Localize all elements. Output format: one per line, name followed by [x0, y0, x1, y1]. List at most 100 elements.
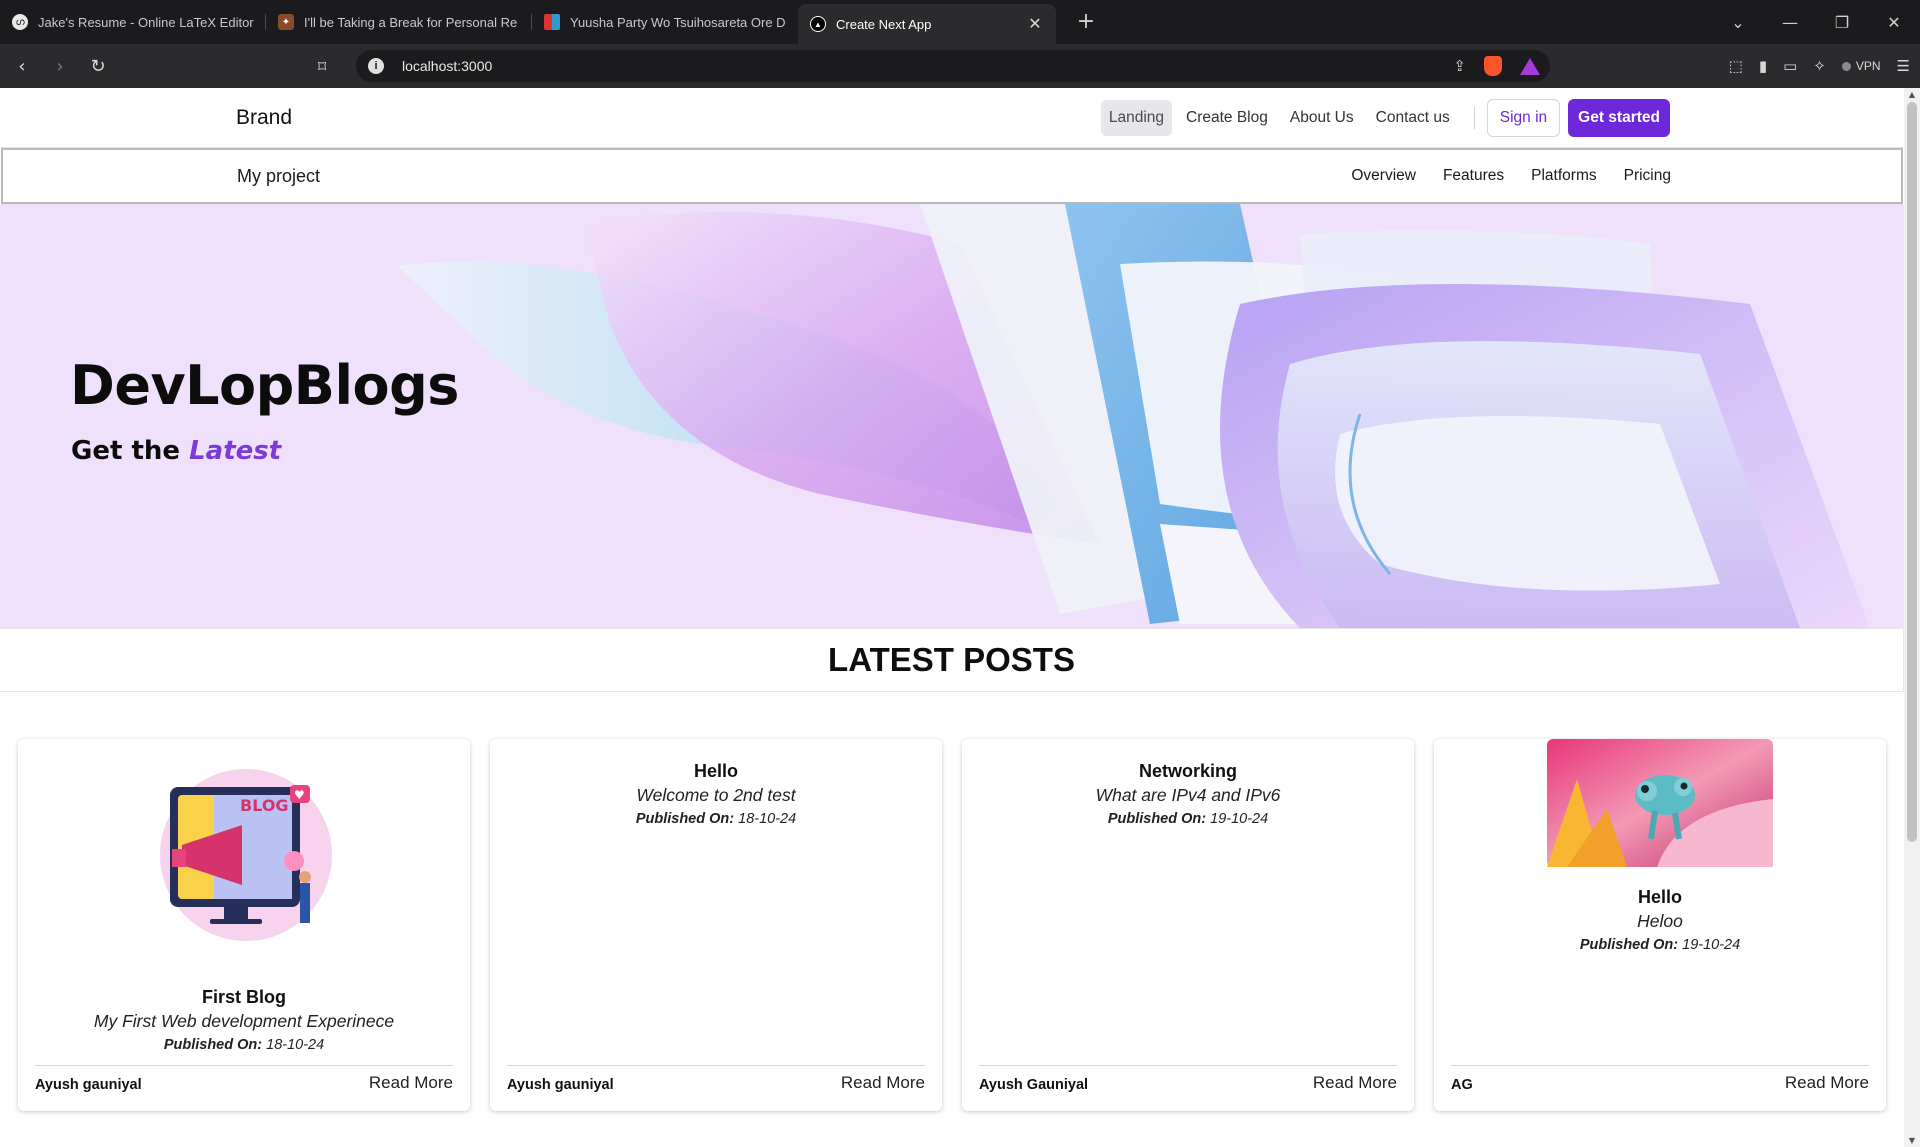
brave-shields-icon[interactable] [1484, 56, 1502, 76]
scrollbar-thumb[interactable] [1907, 102, 1917, 842]
subnav-link-pricing[interactable]: Pricing [1624, 167, 1671, 185]
wallet-icon[interactable]: ▭ [1783, 57, 1797, 75]
forward-icon[interactable]: › [44, 56, 76, 77]
read-more-link[interactable]: Read More [1785, 1073, 1869, 1093]
hero-banner: DevLopBlogs Get the Latest [0, 204, 1904, 628]
post-description: My First Web development Experinece [93, 1011, 395, 1031]
published-label: Published On: [635, 811, 735, 827]
tab-title: Yuusha Party Wo Tsuihosareta Ore D [570, 14, 786, 30]
svg-text:♥: ♥ [294, 788, 305, 802]
read-more-link[interactable]: Read More [841, 1073, 925, 1093]
brave-rewards-icon[interactable] [1520, 57, 1540, 75]
post-footer: Ayush Gauniyal Read More [979, 1065, 1397, 1093]
leo-ai-icon[interactable]: ✧ [1813, 57, 1826, 75]
manga-icon: ✦ [278, 14, 294, 30]
window-controls: ⌄ — ❐ ✕ [1712, 0, 1920, 44]
post-title[interactable]: First Blog [18, 987, 470, 1008]
post-footer: AG Read More [1451, 1065, 1869, 1093]
published-date: 18-10-24 [738, 811, 797, 827]
published-date: 19-10-24 [1210, 811, 1269, 827]
close-window-icon[interactable]: ✕ [1868, 13, 1920, 32]
project-subnav: My project Overview Features Platforms P… [1, 148, 1903, 204]
hero-subtitle-prefix: Get the [71, 436, 181, 466]
post-title[interactable]: Networking [962, 761, 1414, 782]
site-info-icon[interactable]: i [368, 58, 384, 74]
url-field[interactable]: i localhost:3000 ⇪ [356, 50, 1550, 82]
nav-link-landing[interactable]: Landing [1100, 99, 1173, 136]
main-nav-links: Landing Create Blog About Us Contact us … [1095, 98, 1670, 137]
published-date: 19-10-24 [1682, 937, 1741, 953]
post-title[interactable]: Hello [490, 761, 942, 782]
tab-search-icon[interactable]: ⌄ [1712, 13, 1764, 32]
subnav-link-platforms[interactable]: Platforms [1531, 167, 1596, 185]
scroll-down-icon[interactable]: ▼ [1904, 1136, 1920, 1145]
subnav-links: Overview Features Platforms Pricing [1351, 167, 1671, 185]
share-icon[interactable]: ⇪ [1453, 57, 1466, 75]
new-tab-icon[interactable]: + [1074, 9, 1098, 34]
post-title[interactable]: Hello [1434, 887, 1886, 908]
post-footer: Ayush gauniyal Read More [507, 1065, 925, 1093]
nav-link-about-us[interactable]: About Us [1282, 100, 1362, 136]
svg-text:BLOG: BLOG [240, 796, 289, 815]
hero-subtitle: Get the Latest [71, 436, 281, 466]
vpn-button[interactable]: VPN [1841, 59, 1881, 73]
nav-divider [1473, 106, 1475, 129]
sidebar-icon[interactable]: ▮ [1759, 57, 1767, 75]
page-viewport: Brand Landing Create Blog About Us Conta… [0, 88, 1904, 1147]
post-description: What are IPv4 and IPv6 [1095, 785, 1281, 805]
latest-posts-heading: LATEST POSTS [0, 628, 1904, 692]
extensions-icon[interactable]: ⬚ [1729, 57, 1743, 75]
subnav-link-features[interactable]: Features [1443, 167, 1504, 185]
hero-subtitle-emphasis: Latest [189, 436, 282, 466]
chameleon-photo [1547, 739, 1773, 867]
read-more-link[interactable]: Read More [1313, 1073, 1397, 1093]
browser-tab[interactable]: ഗ Jake's Resume - Online LaTeX Editor [0, 4, 266, 40]
post-description: Heloo [1637, 911, 1683, 931]
top-navigation: Brand Landing Create Blog About Us Conta… [0, 88, 1904, 148]
post-card[interactable]: Hello Heloo Published On: 19-10-24 AG Re… [1434, 739, 1886, 1111]
back-icon[interactable]: ‹ [6, 56, 38, 77]
minimize-icon[interactable]: — [1764, 13, 1816, 32]
overleaf-icon: ഗ [12, 14, 28, 30]
vpn-label: VPN [1855, 59, 1881, 73]
post-description: Welcome to 2nd test [636, 785, 796, 805]
bookmark-icon[interactable]: ⌑ [318, 57, 326, 76]
url-text: localhost:3000 [402, 58, 493, 74]
manga-logo-icon [544, 14, 560, 30]
nav-link-contact-us[interactable]: Contact us [1368, 100, 1458, 136]
close-tab-icon[interactable]: ✕ [1026, 14, 1044, 34]
tab-title: Create Next App [836, 16, 932, 32]
hero-title: DevLopBlogs [70, 354, 459, 417]
read-more-link[interactable]: Read More [369, 1073, 453, 1093]
scroll-up-icon[interactable]: ▲ [1904, 90, 1920, 99]
nav-link-create-blog[interactable]: Create Blog [1178, 100, 1276, 136]
published-label: Published On: [1107, 811, 1207, 827]
vpn-status-icon [1841, 61, 1851, 71]
tab-title: Jake's Resume - Online LaTeX Editor [38, 14, 254, 30]
reload-icon[interactable]: ↻ [82, 56, 114, 77]
subnav-link-overview[interactable]: Overview [1351, 167, 1416, 185]
page-scrollbar[interactable]: ▲ ▼ [1904, 88, 1920, 1147]
project-name[interactable]: My project [237, 166, 320, 187]
menu-icon[interactable]: ☰ [1897, 57, 1910, 75]
post-author: Ayush gauniyal [35, 1077, 142, 1093]
sign-in-button[interactable]: Sign in [1486, 98, 1561, 137]
post-card[interactable]: BLOG ♥ First Blog My First Web developme… [18, 739, 470, 1111]
address-bar: ‹ › ↻ ⌑ i localhost:3000 ⇪ ⬚ ▮ ▭ ✧ VPN ☰ [0, 44, 1920, 88]
browser-tab[interactable]: Yuusha Party Wo Tsuihosareta Ore D [532, 4, 798, 40]
blog-illustration: BLOG ♥ [160, 769, 332, 941]
post-author: Ayush gauniyal [507, 1077, 614, 1093]
get-started-button[interactable]: Get started [1568, 98, 1670, 137]
browser-tab-active[interactable]: ▲ Create Next App ✕ [798, 4, 1056, 44]
post-card[interactable]: Hello Welcome to 2nd test Published On: … [490, 739, 942, 1111]
post-date: Published On: 19-10-24 [1434, 937, 1886, 953]
browser-tab[interactable]: ✦ I'll be Taking a Break for Personal Re [266, 4, 532, 40]
published-date: 18-10-24 [266, 1037, 325, 1053]
published-label: Published On: [163, 1037, 263, 1053]
post-card[interactable]: Networking What are IPv4 and IPv6 Publis… [962, 739, 1414, 1111]
published-label: Published On: [1579, 937, 1679, 953]
browser-tab-strip: ഗ Jake's Resume - Online LaTeX Editor ✦ … [0, 0, 1920, 44]
brand-logo[interactable]: Brand [236, 106, 292, 130]
restore-icon[interactable]: ❐ [1816, 13, 1868, 32]
toolbar-extensions: ⬚ ▮ ▭ ✧ VPN ☰ [1729, 44, 1910, 88]
